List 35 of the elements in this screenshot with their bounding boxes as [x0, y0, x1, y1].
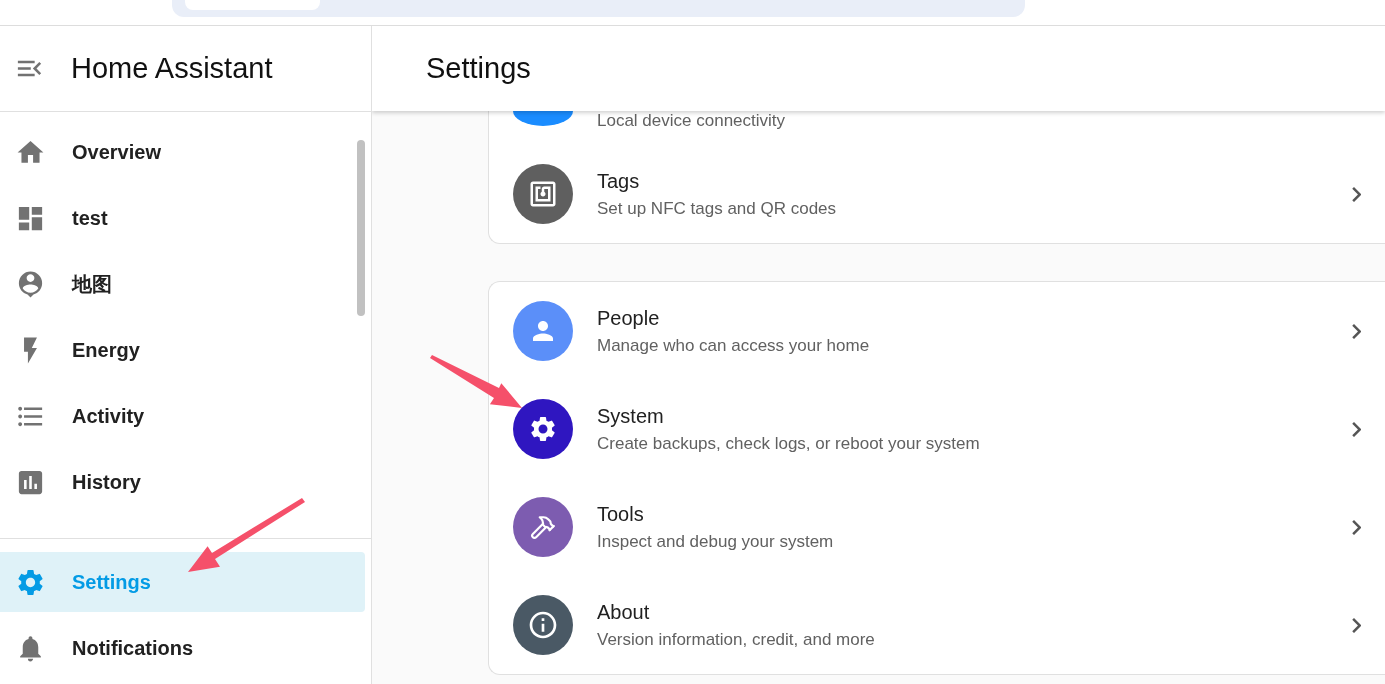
sidebar-item[interactable]: History [0, 452, 351, 512]
row-title: System [597, 404, 665, 428]
row-subtitle: Version information, credit, and more [597, 629, 876, 650]
sidebar-item[interactable]: 地图 [0, 254, 351, 314]
chevron-icon [1352, 421, 1361, 437]
row-subtitle: Create backups, check logs, or reboot your system [597, 433, 981, 454]
sidebar-item[interactable]: Energy [0, 320, 351, 380]
sidebar-item[interactable]: Activity [0, 386, 351, 446]
scrollbar[interactable] [357, 140, 365, 316]
row-title: Tools [597, 502, 645, 526]
sidebar-item[interactable]: test [0, 188, 351, 248]
app-title: Home Assistant [71, 52, 273, 85]
row-title: People [597, 306, 661, 330]
sidebar-item[interactable]: Notifications [0, 618, 365, 678]
chevron-icon [1352, 323, 1361, 339]
row-title: About [597, 600, 651, 624]
row-subtitle: Manage who can access your home [597, 335, 871, 356]
chevron-icon [1352, 519, 1361, 535]
settings-row[interactable]: System Create backups, check logs, or reboot your system [489, 380, 1385, 478]
settings-row[interactable]: People Manage who can access your home [489, 282, 1385, 380]
info-icon [527, 609, 559, 641]
row-subtitle: Inspect and debug your system [597, 531, 835, 552]
nfc-icon [528, 179, 558, 209]
sidebar-item[interactable]: Overview [0, 122, 351, 182]
settings-row[interactable]: About Version information, credit, and more [489, 576, 1385, 674]
row-title: Tags [597, 169, 641, 193]
page-title: Settings [426, 52, 531, 85]
chevron-icon [1352, 186, 1361, 202]
settings-row[interactable]: Tools Inspect and debug your system [489, 478, 1385, 576]
row-subtitle: Set up NFC tags and QR codes [597, 198, 838, 219]
settings-icon [528, 414, 558, 444]
settings-row[interactable]: Tags Set up NFC tags and QR codes [489, 145, 1385, 243]
row-subtitle: Local device connectivity [597, 111, 786, 131]
hammer-icon [530, 514, 556, 540]
chevron-icon [1352, 617, 1361, 633]
